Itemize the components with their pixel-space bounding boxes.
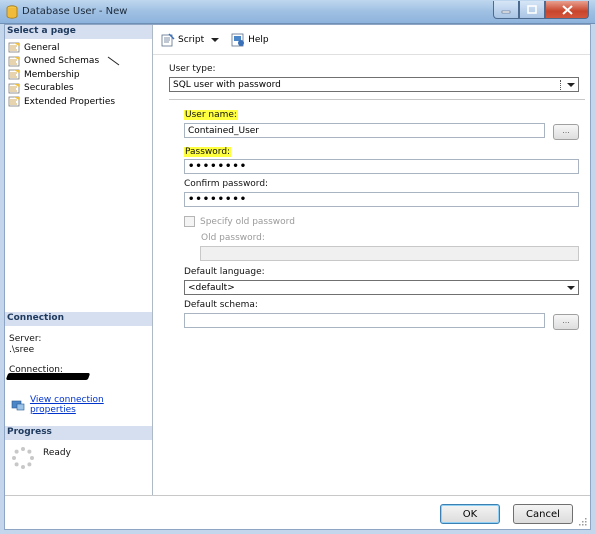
connection-properties-icon (11, 400, 25, 411)
old-password-label: Old password: (201, 233, 265, 243)
window-controls (493, 1, 589, 19)
page-icon (8, 42, 20, 53)
password-input[interactable]: •••••••• (184, 159, 579, 174)
general-page-form: User type: SQL user with password User n… (153, 55, 590, 495)
page-item-membership[interactable]: Membership (8, 68, 121, 82)
page-item-label: Securables (24, 83, 74, 94)
password-value: •••••••• (188, 161, 248, 172)
user-name-browse-button[interactable]: ... (553, 124, 579, 140)
specify-old-password-label: Specify old password (200, 217, 295, 227)
select-page-header: Select a page (5, 25, 152, 39)
chevron-down-icon[interactable] (563, 281, 578, 294)
user-name-input[interactable]: Contained_User (184, 123, 545, 138)
window-frame: Select a page General Owned Schemas Memb… (0, 24, 595, 534)
confirm-password-value: •••••••• (188, 194, 248, 205)
default-schema-input[interactable] (184, 313, 545, 328)
divider (169, 99, 585, 100)
default-schema-label: Default schema: (184, 300, 258, 310)
user-name-label: User name: (184, 110, 238, 120)
script-icon (161, 33, 175, 46)
user-type-value: SQL user with password (173, 79, 281, 90)
button-bar: OK Cancel (5, 495, 590, 529)
left-pane: Select a page General Owned Schemas Memb… (5, 25, 153, 495)
view-connection-properties-link[interactable]: View connection properties (11, 395, 152, 415)
page-item-label: Owned Schemas (24, 56, 100, 67)
script-button[interactable]: Script (161, 33, 223, 47)
password-label-text: Password: (184, 147, 232, 157)
confirm-password-input[interactable]: •••••••• (184, 192, 579, 207)
mouse-cursor-icon (107, 56, 120, 66)
default-language-select[interactable]: <default> (184, 280, 579, 295)
cancel-button[interactable]: Cancel (513, 504, 573, 524)
default-schema-browse-button[interactable]: ... (553, 314, 579, 330)
close-icon (561, 4, 573, 15)
page-item-owned-schemas[interactable]: Owned Schemas (8, 55, 121, 69)
user-name-label-text: User name: (184, 110, 238, 120)
chevron-down-icon[interactable] (210, 36, 220, 44)
password-label: Password: (184, 147, 232, 157)
user-type-select[interactable]: SQL user with password (169, 77, 579, 92)
progress-status: Ready (43, 448, 71, 458)
user-name-value: Contained_User (188, 125, 260, 136)
help-icon (231, 33, 245, 46)
page-list: General Owned Schemas Membership Securab… (8, 41, 121, 109)
combo-focus-edge (560, 80, 561, 90)
database-icon (6, 5, 18, 19)
specify-old-password-checkbox[interactable] (184, 216, 195, 227)
minimize-button[interactable] (493, 1, 519, 19)
progress-spinner-icon (12, 447, 34, 469)
minimize-icon (501, 10, 511, 13)
resize-grip-icon[interactable] (579, 518, 587, 526)
maximize-icon (527, 5, 537, 14)
page-item-label: Extended Properties (24, 96, 116, 107)
server-label: Server: (9, 334, 42, 344)
script-label: Script (178, 34, 205, 45)
page-icon (8, 96, 20, 107)
progress-header: Progress (5, 426, 152, 440)
default-language-value: <default> (188, 282, 235, 293)
ok-button[interactable]: OK (440, 504, 500, 524)
page-item-general[interactable]: General (8, 41, 121, 55)
user-type-label: User type: (169, 64, 216, 74)
toolbar: Script Help (153, 25, 590, 55)
chevron-down-icon[interactable] (563, 78, 578, 91)
help-button[interactable]: Help (231, 33, 269, 47)
maximize-button[interactable] (519, 1, 545, 19)
dialog-client: Select a page General Owned Schemas Memb… (4, 24, 591, 530)
confirm-password-label: Confirm password: (184, 179, 269, 189)
close-button[interactable] (545, 1, 589, 19)
page-item-securables[interactable]: Securables (8, 82, 121, 96)
page-icon (8, 69, 20, 80)
page-item-label: General (24, 42, 60, 53)
page-item-label: Membership (24, 69, 80, 80)
title-bar: Database User - New (0, 0, 595, 24)
help-label: Help (248, 34, 269, 45)
redaction-mark (5, 373, 91, 380)
page-icon (8, 56, 20, 67)
default-language-label: Default language: (184, 267, 265, 277)
server-value: .\sree (9, 345, 35, 355)
page-icon (8, 83, 20, 94)
view-connection-properties-label: View connection properties (29, 395, 104, 415)
old-password-input[interactable] (200, 246, 579, 261)
window-title: Database User - New (22, 6, 128, 17)
connection-header: Connection (5, 312, 152, 326)
page-item-extended-properties[interactable]: Extended Properties (8, 95, 121, 109)
